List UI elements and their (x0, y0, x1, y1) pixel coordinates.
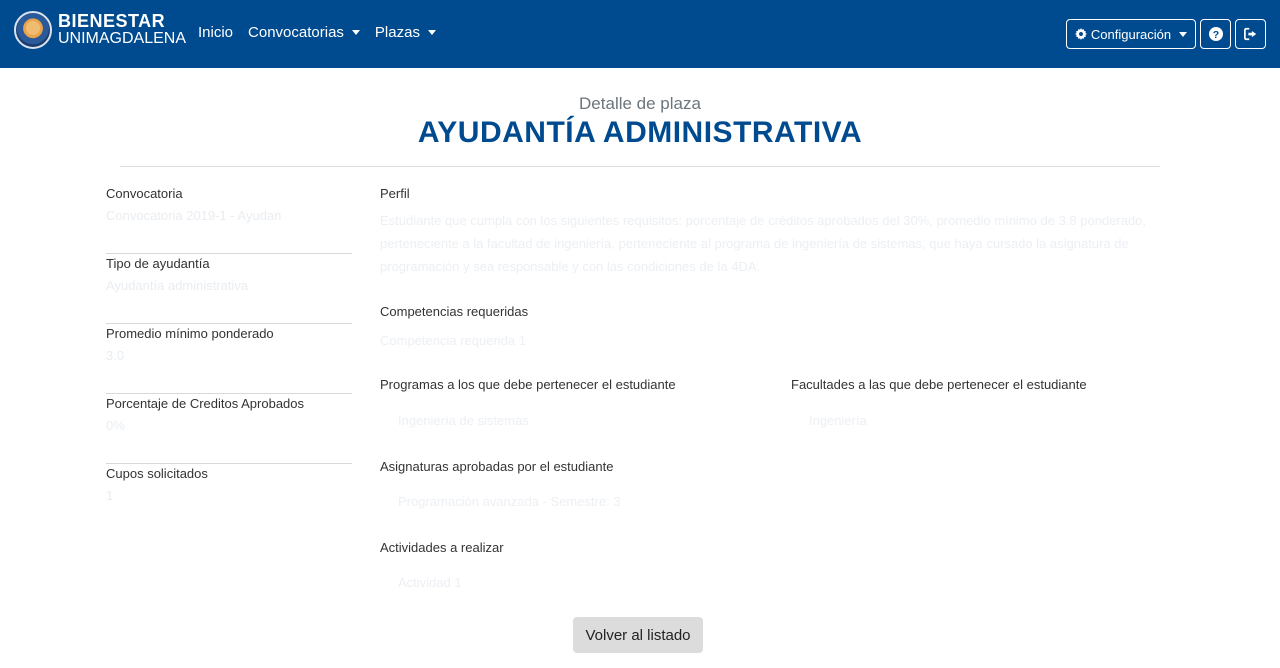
brand-subtitle: UNIMAGDALENA (58, 30, 187, 47)
field-tipo-ayudantia: Tipo de ayudantía Ayudantía administrati… (106, 254, 352, 324)
nav-item-plazas[interactable]: Plazas (375, 24, 436, 41)
nav-item-inicio[interactable]: Inicio (198, 24, 233, 41)
actividades-label: Actividades a realizar (380, 540, 504, 555)
field-label: Cupos solicitados (106, 466, 208, 481)
programas-label: Programas a los que debe pertenecer el e… (380, 377, 676, 392)
brand-title: BIENESTAR (58, 11, 166, 31)
actividades-value: Actividad 1 (398, 575, 462, 590)
caret-down-icon (1179, 31, 1188, 37)
brand[interactable]: BIENESTAR UNIMAGDALENA (14, 11, 186, 49)
brand-text: BIENESTAR UNIMAGDALENA (58, 12, 186, 48)
field-value: 0% (106, 418, 125, 433)
competencias-label: Competencias requeridas (380, 304, 529, 319)
caret-down-icon (427, 30, 436, 35)
nav-item-convocatorias[interactable]: Convocatorias (248, 24, 360, 41)
field-value: 3.0 (106, 348, 125, 363)
field-value: 1 (106, 488, 114, 503)
question-circle-icon: ? (1208, 27, 1223, 41)
top-navbar: BIENESTAR UNIMAGDALENA Inicio Convocator… (0, 0, 1280, 68)
perfil-value: Estudiante que cumpla con los siguientes… (380, 213, 1147, 274)
programas-value: Ingeniería de sistemas (398, 413, 529, 428)
field-convocatoria: Convocatoria Convocatoria 2019-1 - Ayuda… (106, 184, 352, 254)
facultades-value: Ingeniería (809, 413, 867, 428)
nav-item-label: Plazas (374, 24, 420, 41)
field-value: Ayudantía administrativa (106, 278, 249, 293)
help-button[interactable]: ? (1200, 19, 1231, 49)
sign-out-icon (1243, 27, 1258, 41)
field-cupos: Cupos solicitados 1 (106, 464, 352, 534)
field-label: Convocatoria (106, 186, 183, 201)
facultades-label: Facultades a las que debe pertenecer el … (791, 377, 1087, 392)
field-label: Porcentaje de Creditos Aprobados (106, 396, 305, 411)
nav-links: Inicio Convocatorias Plazas (198, 24, 451, 41)
university-logo-icon (14, 11, 52, 49)
field-value: Convocatoria 2019-1 - Ayudan (106, 208, 282, 223)
logout-button[interactable] (1235, 19, 1266, 49)
field-porcentaje-creditos: Porcentaje de Creditos Aprobados 0% (106, 394, 352, 464)
competencias-value: Competencia requerida 1 (380, 333, 526, 348)
back-to-list-button[interactable]: Volver al listado (573, 617, 703, 653)
page-subtitle: Detalle de plaza (579, 94, 701, 113)
field-label: Tipo de ayudantía (106, 256, 210, 271)
field-label: Promedio mínimo ponderado (106, 326, 274, 341)
gear-icon (1074, 28, 1087, 40)
header-divider (120, 166, 1160, 167)
svg-text:?: ? (1212, 29, 1218, 41)
configuration-dropdown-button[interactable]: Configuración (1066, 19, 1196, 49)
asignaturas-value: Programación avanzada - Semestre: 3 (398, 494, 621, 509)
configuration-label: Configuración (1090, 26, 1172, 42)
caret-down-icon (351, 30, 360, 35)
asignaturas-label: Asignaturas aprobadas por el estudiante (380, 459, 614, 474)
field-promedio: Promedio mínimo ponderado 3.0 (106, 324, 352, 394)
perfil-label: Perfil (380, 186, 410, 201)
nav-item-label: Inicio (198, 24, 234, 41)
nav-right-actions: Configuración ? (1062, 19, 1266, 49)
nav-item-label: Convocatorias (248, 24, 344, 41)
page-title: AYUDANTÍA ADMINISTRATIVA (417, 116, 863, 149)
detail-sidebar: Convocatoria Convocatoria 2019-1 - Ayuda… (106, 184, 352, 534)
